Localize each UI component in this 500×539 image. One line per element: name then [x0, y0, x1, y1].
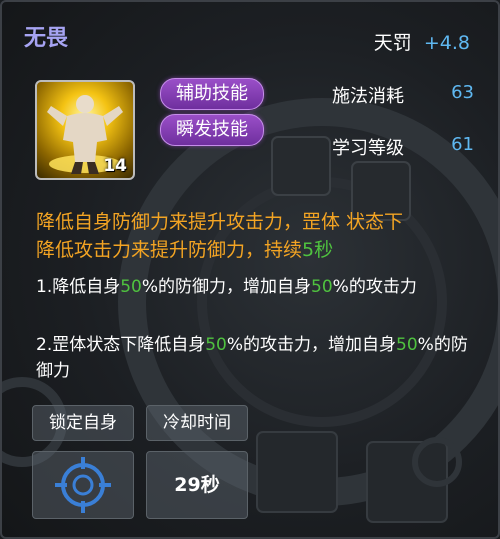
- tag-support-skill: 辅助技能: [160, 78, 264, 110]
- stat-label: 施法消耗: [332, 86, 404, 107]
- attribute-value: +4.8: [423, 32, 470, 54]
- effect-line-2: 2.罡体状态下降低自身50%的攻击力，增加自身50%的防御力: [36, 332, 476, 384]
- stat-learn-level: 学习等级 61: [332, 134, 474, 160]
- lock-self-button[interactable]: 锁定自身: [32, 405, 134, 441]
- duration-value: 5秒: [302, 239, 334, 261]
- cooldown-button[interactable]: 冷却时间: [146, 405, 248, 441]
- skill-icon: 14: [35, 80, 135, 180]
- description-line: 降低自身防御力来提升攻击力，罡体 状态下: [36, 211, 404, 233]
- effect-line-1: 1.降低自身50%的防御力，增加自身50%的攻击力: [36, 274, 476, 300]
- effect-text: 1.降低自身: [36, 277, 121, 297]
- skill-tooltip-panel: 无畏 天罚 +4.8 14 辅助技能 瞬发技能 施法消耗 63 学习等级 61 …: [0, 0, 500, 539]
- stat-value: 63: [451, 82, 474, 103]
- description-text: 降低攻击力来提升防御力，持续: [36, 239, 303, 261]
- effect-number: 50: [396, 335, 418, 355]
- crosshair-icon: [55, 457, 111, 513]
- effect-number: 50: [311, 277, 333, 297]
- effect-text: %的防御力，增加自身: [141, 277, 312, 297]
- attribute-row: 天罚 +4.8: [374, 28, 470, 55]
- effect-text: %的攻击力: [332, 277, 417, 297]
- skill-description: 降低自身防御力来提升攻击力，罡体 状态下 降低攻击力来提升防御力，持续5秒: [36, 208, 476, 264]
- skill-title: 无畏: [24, 26, 69, 51]
- effect-text: 2.罡体状态下降低自身: [36, 335, 206, 355]
- stat-label: 学习等级: [332, 138, 404, 159]
- cooldown-value: 29秒: [146, 451, 248, 519]
- stat-value: 61: [451, 134, 474, 155]
- attribute-label: 天罚: [373, 32, 412, 54]
- skill-level: 14: [103, 156, 127, 176]
- effect-number: 50: [205, 335, 227, 355]
- effect-text: %的攻击力，增加自身: [226, 335, 397, 355]
- description-line: 降低攻击力来提升防御力，持续5秒: [36, 236, 476, 264]
- effect-number: 50: [120, 277, 142, 297]
- stat-cast-cost: 施法消耗 63: [332, 82, 474, 108]
- tag-instant-skill: 瞬发技能: [160, 114, 264, 146]
- target-self-box[interactable]: [32, 451, 134, 519]
